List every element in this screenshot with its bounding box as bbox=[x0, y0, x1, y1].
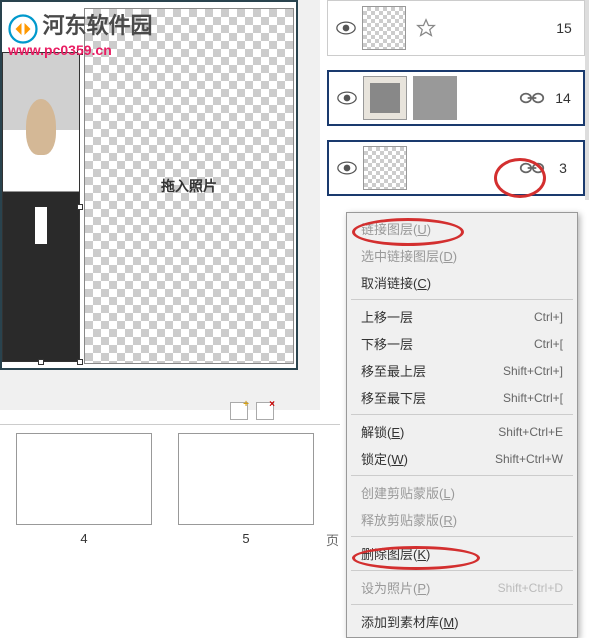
menu-add-library[interactable]: 添加到素材库(M) bbox=[347, 608, 577, 635]
menu-separator bbox=[351, 536, 573, 537]
link-icon[interactable] bbox=[519, 91, 545, 105]
menu-move-up[interactable]: 上移一层Ctrl+] bbox=[347, 303, 577, 330]
menu-create-mask: 创建剪贴蒙版(L) bbox=[347, 479, 577, 506]
layer-row-3[interactable]: 3 bbox=[327, 140, 585, 196]
site-name: 河东软件园 bbox=[42, 13, 152, 38]
layer-mask-thumbnail bbox=[413, 76, 457, 120]
new-page-button[interactable] bbox=[230, 402, 248, 420]
canvas-area: 拖入照片 bbox=[0, 0, 320, 410]
page-label: 页 bbox=[326, 530, 339, 549]
resize-handle[interactable] bbox=[38, 359, 44, 365]
layer-thumbnail bbox=[363, 146, 407, 190]
menu-to-bottom[interactable]: 移至最下层Shift+Ctrl+[ bbox=[347, 384, 577, 411]
page-thumb-5[interactable]: 5 bbox=[178, 433, 314, 546]
selected-photo[interactable] bbox=[2, 52, 80, 362]
site-url: www.pc0359.cn bbox=[8, 42, 152, 58]
scrollbar[interactable] bbox=[585, 0, 589, 200]
layer-row-15[interactable]: 15 bbox=[327, 0, 585, 56]
visibility-icon[interactable] bbox=[336, 21, 356, 35]
star-icon[interactable] bbox=[416, 18, 436, 38]
layers-panel: 15 14 3 bbox=[327, 0, 585, 210]
menu-separator bbox=[351, 475, 573, 476]
drop-placeholder: 拖入照片 bbox=[161, 176, 217, 196]
menu-unlock[interactable]: 解锁(E)Shift+Ctrl+E bbox=[347, 418, 577, 445]
menu-move-down[interactable]: 下移一层Ctrl+[ bbox=[347, 330, 577, 357]
layer-thumbnail bbox=[362, 6, 406, 50]
menu-separator bbox=[351, 414, 573, 415]
layer-thumbnail bbox=[363, 76, 407, 120]
context-menu: 链接图层(U) 选中链接图层(D) 取消链接(C) 上移一层Ctrl+] 下移一… bbox=[346, 212, 578, 638]
resize-handle[interactable] bbox=[77, 204, 83, 210]
watermark: 河东软件园 www.pc0359.cn bbox=[8, 8, 152, 58]
visibility-icon[interactable] bbox=[337, 91, 357, 105]
menu-separator bbox=[351, 299, 573, 300]
pages-strip: 4 5 bbox=[0, 424, 340, 554]
link-icon[interactable] bbox=[519, 161, 545, 175]
groom-photo bbox=[3, 53, 79, 361]
page-preview bbox=[178, 433, 314, 525]
page-thumb-4[interactable]: 4 bbox=[16, 433, 152, 546]
menu-release-mask: 释放剪贴蒙版(R) bbox=[347, 506, 577, 533]
menu-set-photo: 设为照片(P)Shift+Ctrl+D bbox=[347, 574, 577, 601]
drop-zone[interactable]: 拖入照片 bbox=[84, 8, 294, 364]
menu-to-top[interactable]: 移至最上层Shift+Ctrl+] bbox=[347, 357, 577, 384]
layer-number: 3 bbox=[551, 160, 575, 176]
visibility-icon[interactable] bbox=[337, 161, 357, 175]
menu-select-linked: 选中链接图层(D) bbox=[347, 242, 577, 269]
menu-separator bbox=[351, 604, 573, 605]
resize-handle[interactable] bbox=[77, 359, 83, 365]
page-preview bbox=[16, 433, 152, 525]
page-number: 5 bbox=[242, 531, 249, 546]
delete-page-button[interactable] bbox=[256, 402, 274, 420]
menu-lock[interactable]: 锁定(W)Shift+Ctrl+W bbox=[347, 445, 577, 472]
logo-icon bbox=[8, 14, 38, 44]
page-number: 4 bbox=[80, 531, 87, 546]
layer-number: 15 bbox=[552, 20, 576, 36]
layer-number: 14 bbox=[551, 90, 575, 106]
menu-delete-layer[interactable]: 删除图层(K) bbox=[347, 540, 577, 567]
layer-row-14[interactable]: 14 bbox=[327, 70, 585, 126]
document-toolbar bbox=[230, 402, 274, 420]
menu-link-layer: 链接图层(U) bbox=[347, 215, 577, 242]
menu-unlink[interactable]: 取消链接(C) bbox=[347, 269, 577, 296]
